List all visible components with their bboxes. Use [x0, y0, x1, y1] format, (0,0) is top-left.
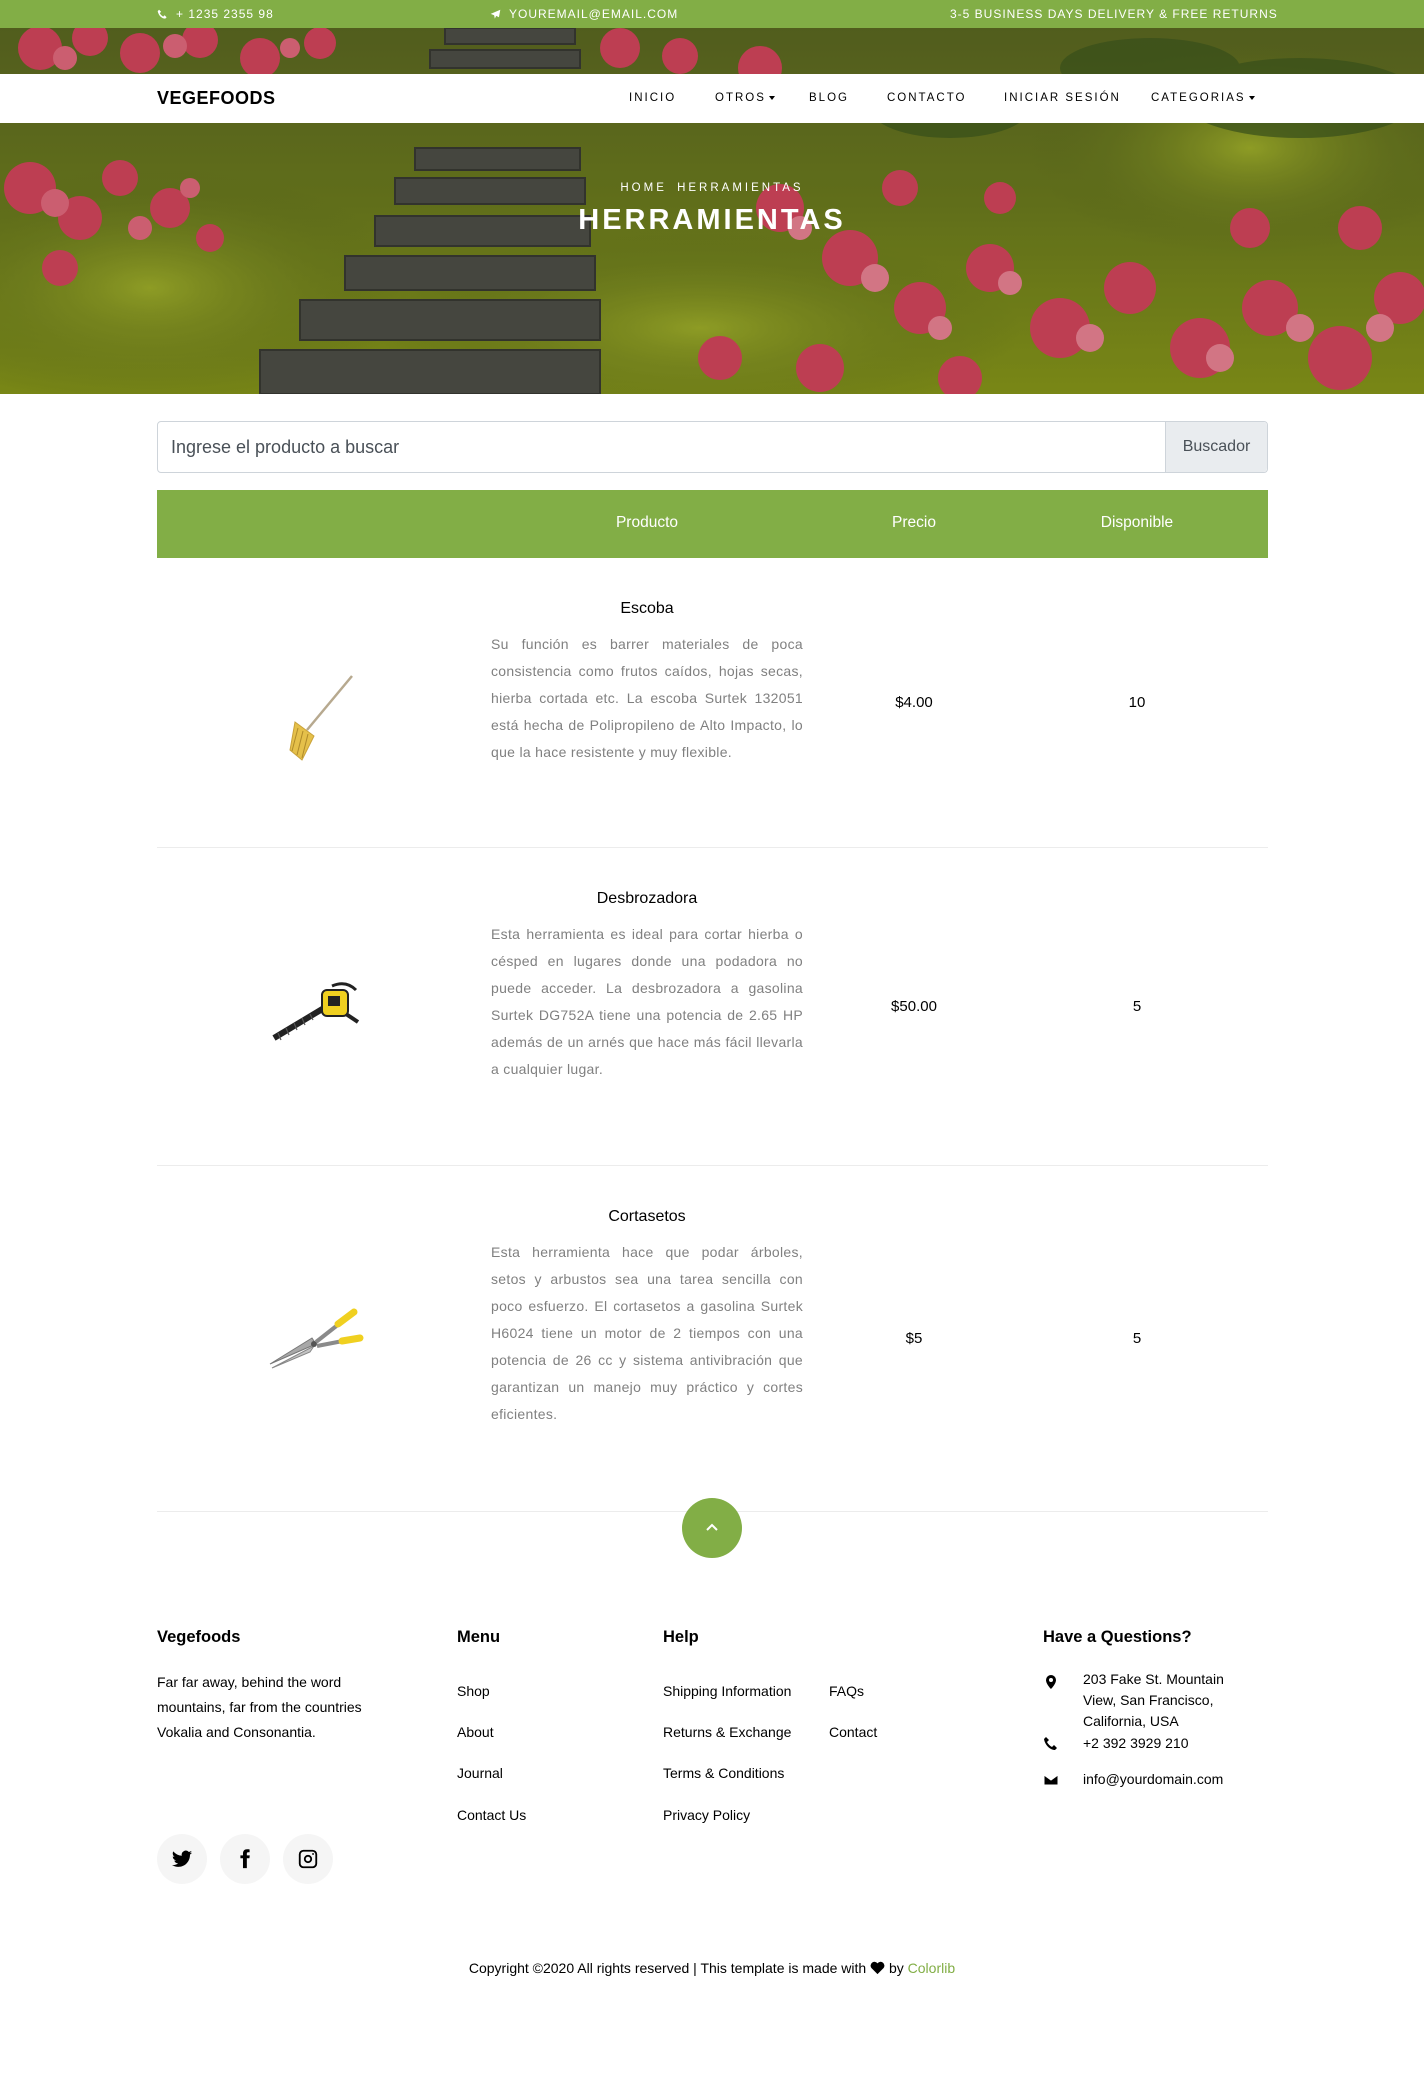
- paper-plane-icon: [490, 9, 501, 19]
- twitter-icon: [171, 1850, 193, 1867]
- product-price: $4.00: [895, 694, 933, 711]
- nav-contacto[interactable]: CONTACTO: [887, 92, 966, 104]
- instagram-icon: [298, 1849, 318, 1869]
- product-price: $50.00: [891, 998, 937, 1015]
- footer-link-faqs[interactable]: FAQs: [829, 1683, 864, 1699]
- facebook-button[interactable]: [220, 1834, 270, 1884]
- topbar-phone: + 1235 2355 98: [157, 7, 274, 21]
- breadcrumb-home[interactable]: HOME: [620, 182, 667, 194]
- nav-otros[interactable]: OTROS: [715, 92, 775, 104]
- heart-icon: [870, 1961, 885, 1975]
- caret-down-icon: [1248, 96, 1255, 100]
- phone-icon: [157, 9, 167, 19]
- product-name: Cortasetos: [608, 1208, 686, 1225]
- caret-down-icon: [768, 96, 775, 100]
- chevron-up-icon: [706, 1523, 718, 1531]
- footer-link-shop[interactable]: Shop: [457, 1683, 490, 1699]
- topbar-email[interactable]: YOUREMAIL@EMAIL.COM: [490, 7, 678, 21]
- table-header: Producto Precio Disponible: [157, 490, 1268, 558]
- facebook-icon: [240, 1849, 250, 1869]
- footer-email[interactable]: info@yourdomain.com: [1083, 1771, 1223, 1787]
- breadcrumb-current: HERRAMIENTAS: [677, 182, 804, 194]
- footer-questions-title: Have a Questions?: [1043, 1628, 1192, 1646]
- product-stock: 10: [1128, 694, 1146, 711]
- footer-link-privacy[interactable]: Privacy Policy: [663, 1807, 750, 1823]
- footer-brand-text: Far far away, behind the word mountains,…: [157, 1674, 362, 1740]
- breadcrumb: HOME HERRAMIENTAS: [0, 182, 1424, 194]
- footer-link-contact[interactable]: Contact: [829, 1724, 877, 1740]
- search-button[interactable]: Buscador: [1165, 422, 1267, 472]
- table-row: Desbrozadora Esta herramienta es ideal p…: [157, 848, 1268, 1166]
- footer-help-title: Help: [663, 1628, 699, 1646]
- hedge-shears-icon: [269, 1308, 364, 1369]
- footer-address: 203 Fake St. Mountain View, San Francisc…: [1083, 1671, 1224, 1729]
- instagram-button[interactable]: [283, 1834, 333, 1884]
- header-disponible: Disponible: [1100, 514, 1174, 531]
- copyright: Copyright ©2020 All rights reserved | Th…: [468, 1960, 956, 1976]
- envelope-icon: [1043, 1774, 1059, 1786]
- footer-link-journal[interactable]: Journal: [457, 1765, 503, 1781]
- footer-link-about[interactable]: About: [457, 1724, 494, 1740]
- scroll-to-top-button[interactable]: [682, 1498, 742, 1558]
- product-description: Esta herramienta hace que podar árboles,…: [491, 1244, 803, 1422]
- product-stock: 5: [1132, 1330, 1142, 1347]
- rake-icon: [289, 675, 353, 761]
- phone-icon: [1044, 1737, 1057, 1750]
- topbar-delivery: 3-5 BUSINESS DAYS DELIVERY & FREE RETURN…: [950, 7, 1278, 21]
- nav-blog[interactable]: BLOG: [809, 92, 849, 104]
- product-name: Desbrozadora: [596, 890, 698, 907]
- footer-phone[interactable]: +2 392 3929 210: [1083, 1735, 1189, 1751]
- main-navbar: VEGEFOODS INICIO OTROS BLOG CONTACTO INI…: [0, 74, 1424, 123]
- footer-link-returns[interactable]: Returns & Exchange: [663, 1724, 791, 1740]
- product-name: Escoba: [620, 600, 674, 617]
- footer-link-contact-us[interactable]: Contact Us: [457, 1807, 526, 1823]
- page-title: HERRAMIENTAS: [578, 204, 846, 236]
- nav-categorias[interactable]: CATEGORIAS: [1151, 92, 1255, 104]
- top-bar: + 1235 2355 98 YOUREMAIL@EMAIL.COM 3-5 B…: [0, 0, 1424, 28]
- footer-menu-title: Menu: [457, 1628, 501, 1646]
- brand-logo[interactable]: VEGEFOODS: [157, 88, 276, 109]
- product-description: Esta herramienta es ideal para cortar hi…: [491, 926, 803, 1077]
- footer-link-shipping[interactable]: Shipping Information: [663, 1683, 791, 1699]
- twitter-button[interactable]: [157, 1834, 207, 1884]
- product-description: Su función es barrer materiales de poca …: [491, 636, 803, 760]
- product-search-bar: Buscador: [157, 421, 1268, 473]
- footer-link-terms[interactable]: Terms & Conditions: [663, 1765, 784, 1781]
- table-row: Cortasetos Esta herramienta hace que pod…: [157, 1166, 1268, 1512]
- header-precio: Precio: [892, 514, 936, 531]
- product-stock: 5: [1132, 998, 1142, 1015]
- map-marker-icon: [1046, 1675, 1056, 1689]
- footer-brand-title: Vegefoods: [157, 1628, 241, 1646]
- colorlib-link[interactable]: Colorlib: [908, 1960, 955, 1976]
- header-producto: Producto: [615, 514, 679, 531]
- search-input[interactable]: [158, 422, 1166, 472]
- product-price: $5: [905, 1330, 923, 1347]
- nav-inicio[interactable]: INICIO: [629, 92, 676, 104]
- nav-iniciar-sesion[interactable]: INICIAR SESIÓN: [1004, 92, 1121, 104]
- table-row: Escoba Su función es barrer materiales d…: [157, 558, 1268, 848]
- hedge-trimmer-icon: [272, 982, 360, 1041]
